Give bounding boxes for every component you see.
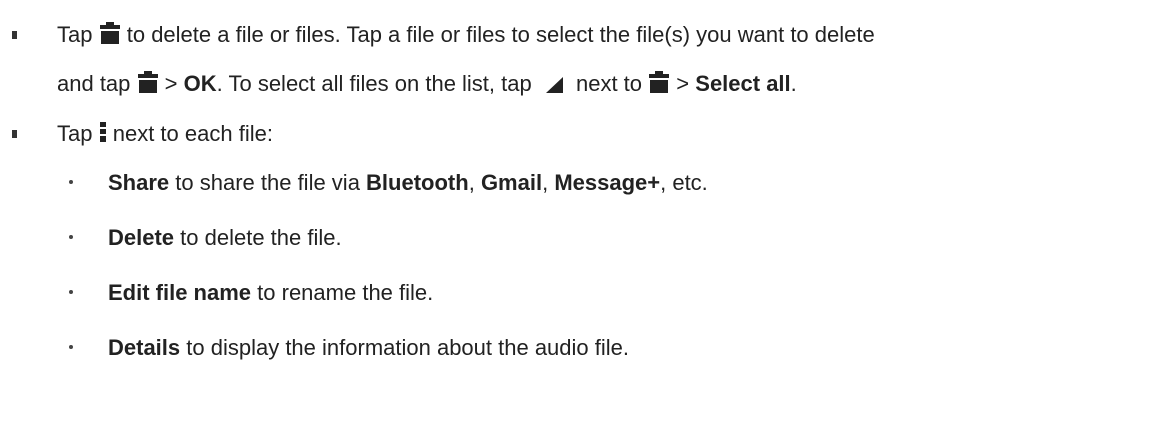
sub-item-details: Details to display the information about…	[108, 335, 629, 360]
trash-icon	[648, 70, 670, 102]
sub-item-edit-name: Edit file name to rename the file.	[108, 280, 434, 305]
sub-item-delete: Delete to delete the file.	[108, 225, 342, 250]
bullet-dot	[69, 180, 73, 184]
bullet-square	[12, 130, 17, 138]
trash-icon	[99, 21, 121, 53]
bullet-dot	[69, 290, 73, 294]
menu-dots-icon	[99, 120, 107, 152]
bullet-dot	[69, 235, 73, 239]
select-corner-icon	[544, 72, 564, 102]
bullet-square	[12, 31, 17, 39]
item1-line1: Tap to delete a file or files. Tap a fil…	[57, 20, 875, 53]
bullet-dot	[69, 345, 73, 349]
trash-icon	[137, 70, 159, 102]
item2-line: Tap next to each file:	[57, 119, 273, 152]
item1-line2: and tap > OK. To select all files on the…	[57, 69, 797, 102]
sub-item-share: Share to share the file via Bluetooth, G…	[108, 170, 708, 195]
